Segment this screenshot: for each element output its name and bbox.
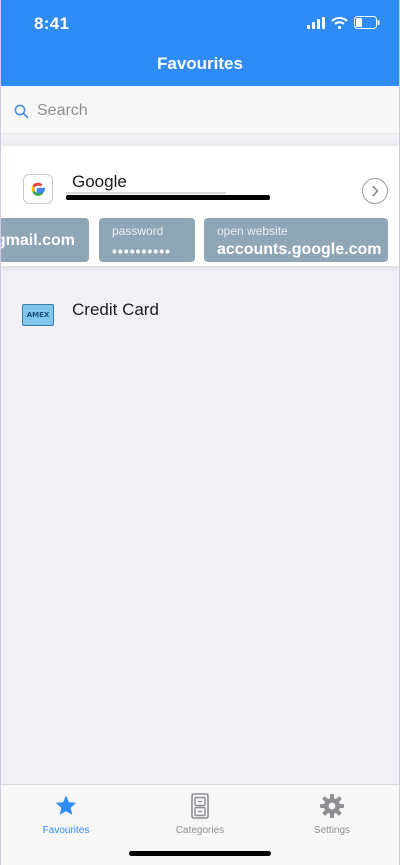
google-g-icon: [23, 174, 53, 204]
wifi-icon: [331, 16, 348, 29]
tab-label: Favourites: [42, 825, 90, 836]
pill-value: ••••••••••: [112, 243, 172, 259]
star-icon: [55, 795, 77, 815]
copy-password-pill[interactable]: password ••••••••••: [99, 218, 195, 262]
pill-label: password: [112, 224, 164, 238]
redacted-username: [66, 195, 270, 200]
detail-chevron-button[interactable]: [362, 178, 388, 204]
chevron-right-icon: [372, 185, 379, 197]
search-field[interactable]: [14, 96, 386, 126]
cabinet-icon: [191, 793, 209, 819]
pill-value: gmail.com: [0, 232, 75, 249]
favourites-list: Google gmail.com password •••••••••• ope…: [0, 134, 400, 784]
page-title: Favourites: [157, 54, 243, 73]
search-bar: [0, 86, 400, 134]
redacted-username-ghost: [66, 192, 226, 194]
battery-icon: [354, 16, 380, 29]
amex-card-icon: AMEX: [22, 304, 54, 326]
tab-label: Categories: [175, 825, 225, 836]
tab-label: Settings: [313, 825, 351, 836]
status-icons: [307, 16, 380, 29]
item-title: Credit Card: [72, 300, 159, 319]
app-header: 8:41 Favourites: [0, 0, 400, 86]
cellular-signal-icon: [307, 16, 325, 29]
open-website-pill[interactable]: open website accounts.google.com: [204, 218, 388, 262]
tab-favourites[interactable]: Favourites: [6, 793, 126, 836]
gear-icon: [320, 794, 344, 818]
copy-username-pill[interactable]: gmail.com: [0, 218, 89, 262]
home-indicator[interactable]: [129, 851, 271, 856]
search-input[interactable]: [37, 102, 357, 120]
tab-categories[interactable]: Categories: [140, 793, 260, 836]
pill-label: open website: [217, 224, 288, 238]
pill-value: accounts.google.com: [217, 241, 382, 258]
item-title: Google: [72, 172, 127, 191]
list-item-google[interactable]: Google gmail.com password •••••••••• ope…: [0, 146, 400, 266]
search-icon: [14, 104, 29, 118]
status-time: 8:41: [34, 14, 70, 33]
tab-settings[interactable]: Settings: [272, 793, 392, 836]
list-item-credit-card[interactable]: AMEX Credit Card: [0, 286, 400, 336]
